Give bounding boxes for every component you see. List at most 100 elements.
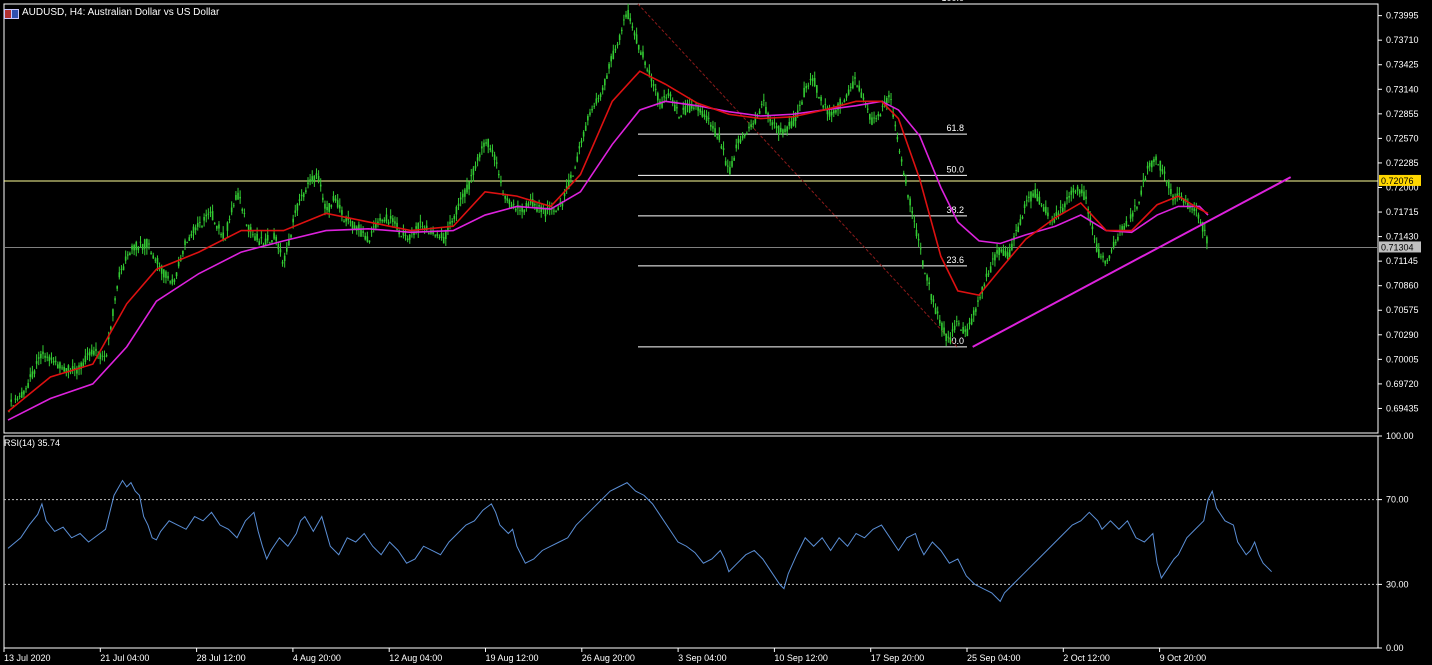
candle-body — [652, 83, 655, 87]
candle-body — [587, 116, 589, 121]
candle-body — [275, 236, 277, 241]
candle-body — [169, 281, 171, 283]
candle-body — [377, 221, 379, 224]
candle-body — [1161, 169, 1164, 172]
candle-body — [915, 229, 918, 237]
candle-body — [631, 26, 634, 28]
candle-body — [985, 273, 988, 277]
candle-body — [1117, 236, 1119, 241]
candle-body — [101, 355, 104, 357]
candle-body — [186, 242, 188, 244]
candle-body — [907, 194, 909, 198]
candle-body — [699, 108, 702, 113]
candle-body — [184, 240, 186, 246]
fib-level-label: 61.8 — [946, 123, 964, 133]
candle-body — [1072, 188, 1075, 193]
candle-body — [256, 233, 258, 241]
fib-level-label: 23.6 — [946, 255, 964, 265]
candle-body — [640, 52, 642, 55]
candle-body — [735, 144, 738, 149]
candle-body — [1106, 259, 1109, 262]
candle-body — [987, 273, 990, 275]
candle-body — [400, 236, 403, 238]
candle-body — [474, 165, 477, 169]
candle-body — [860, 92, 863, 98]
candle-body — [241, 209, 244, 211]
candle-body — [792, 117, 795, 126]
candle-body — [440, 233, 443, 238]
candle-body — [570, 174, 572, 178]
candle-body — [731, 161, 733, 167]
candle-body — [705, 115, 708, 121]
candle-body — [875, 118, 877, 120]
candle-body — [190, 233, 193, 237]
candle-body — [332, 196, 335, 201]
candle-body — [309, 179, 311, 181]
candle-body — [822, 105, 824, 108]
candles — [8, 3, 1208, 413]
candle-body — [591, 108, 593, 111]
chart-canvas[interactable]: 100.061.850.038.223.60.0 0.739950.737100… — [0, 0, 1432, 665]
candle-body — [220, 234, 222, 236]
candle-body — [1085, 196, 1087, 200]
candle-body — [707, 117, 710, 119]
candle-body — [1036, 193, 1039, 202]
candle-body — [20, 391, 23, 398]
candle-body — [243, 212, 246, 214]
candle-body — [436, 233, 439, 237]
candle-body — [750, 124, 752, 127]
candle-body — [523, 209, 526, 213]
candle-body — [922, 260, 924, 266]
candle-body — [966, 328, 969, 336]
candle-body — [1163, 171, 1166, 174]
chart-window[interactable]: 100.061.850.038.223.60.0 0.739950.737100… — [0, 0, 1432, 665]
candle-body — [684, 106, 687, 115]
candle-body — [572, 175, 574, 177]
candle-body — [1000, 249, 1003, 252]
candle-body — [1019, 219, 1022, 225]
candle-body — [1144, 178, 1147, 181]
candle-body — [146, 239, 148, 249]
candle-body — [760, 103, 763, 105]
candle-body — [947, 336, 950, 338]
candle-body — [370, 231, 373, 233]
candle-body — [1059, 206, 1062, 208]
candle-body — [782, 129, 784, 134]
candle-body — [1191, 208, 1193, 210]
candle-body — [298, 199, 301, 201]
candle-body — [428, 233, 430, 235]
candle-body — [917, 238, 920, 241]
candle-body — [476, 157, 479, 161]
candle-body — [1159, 160, 1162, 171]
candle-body — [1042, 207, 1045, 212]
candle-body — [714, 128, 716, 137]
candle-body — [818, 97, 820, 99]
candle-body — [139, 241, 142, 243]
candle-body — [616, 44, 619, 46]
candle-body — [1148, 162, 1151, 167]
candle-body — [461, 193, 464, 198]
candle-body — [326, 206, 328, 211]
price-tick-label: 0.72855 — [1386, 109, 1419, 119]
candle-body — [809, 79, 812, 81]
candle-body — [406, 238, 409, 241]
candle-body — [1197, 214, 1200, 219]
price-pane-frame — [3, 3, 1379, 434]
candle-body — [540, 206, 543, 212]
candle-body — [580, 140, 583, 143]
candle-body — [733, 157, 735, 161]
candle-body — [1178, 193, 1181, 195]
candle-body — [292, 218, 294, 223]
rsi-tick-label: 100.00 — [1386, 431, 1414, 441]
candle-body — [23, 391, 25, 395]
time-tick-label: 12 Aug 04:00 — [389, 653, 442, 663]
candle-body — [1098, 249, 1100, 258]
rsi-tick-label: 0.00 — [1386, 643, 1404, 653]
candle-body — [1114, 241, 1117, 243]
candle-body — [911, 210, 914, 214]
candle-body — [383, 219, 386, 222]
candle-body — [716, 137, 718, 139]
candle-body — [319, 184, 322, 187]
candle-body — [1025, 200, 1028, 202]
candle-body — [578, 146, 581, 149]
